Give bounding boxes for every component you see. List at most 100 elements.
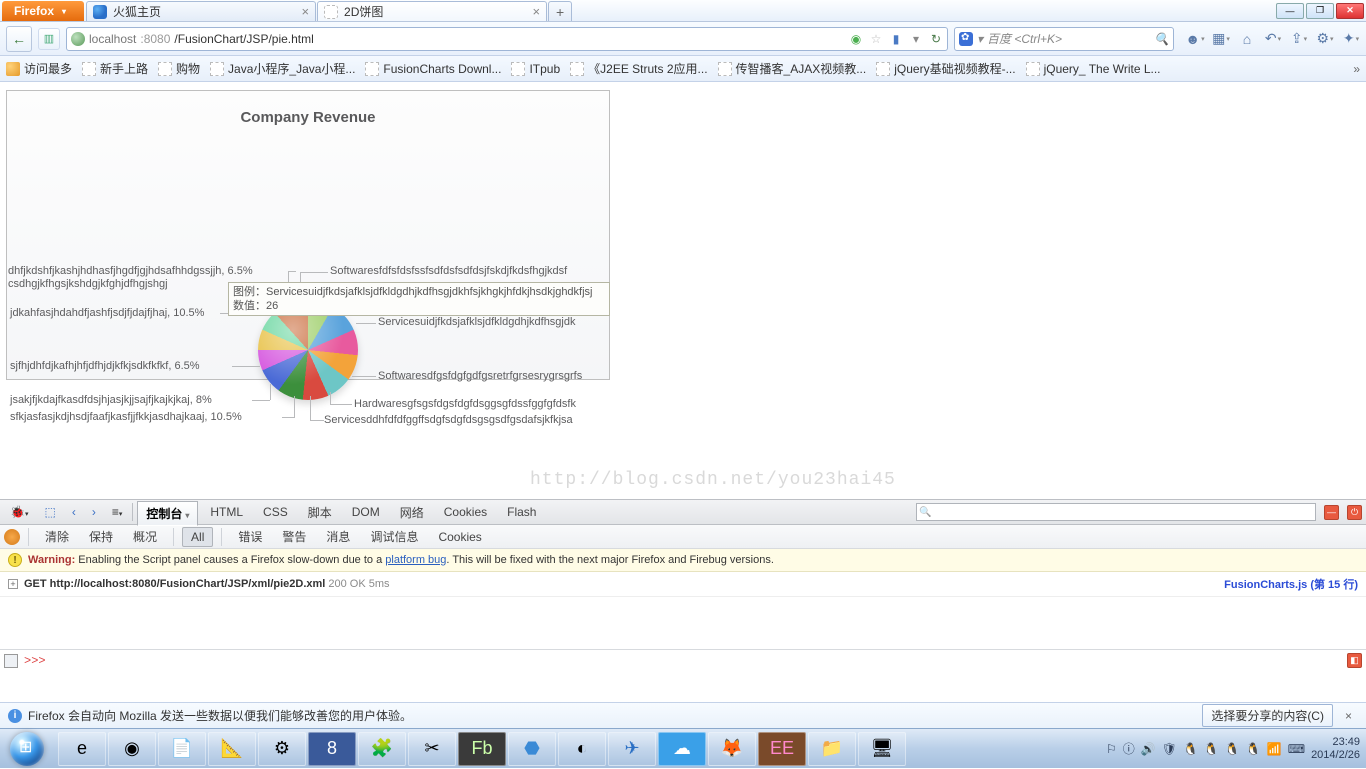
close-icon[interactable]: × xyxy=(532,4,540,19)
taskbar-item[interactable]: ✂ xyxy=(408,732,456,766)
home-icon[interactable]: ⌂ xyxy=(1238,30,1256,48)
tray-icon[interactable]: 📶 xyxy=(1267,742,1282,756)
device-icon[interactable]: ▮ xyxy=(889,32,903,46)
bug-icon[interactable] xyxy=(4,529,20,545)
close-icon[interactable]: × xyxy=(301,4,309,19)
next-icon[interactable]: › xyxy=(86,503,102,521)
star-icon[interactable]: ☆ xyxy=(869,32,883,46)
inspect-icon[interactable]: ⬚ xyxy=(38,503,61,521)
console-log-row[interactable]: + GET http://localhost:8080/FusionChart/… xyxy=(0,572,1366,597)
reload-icon[interactable]: ↻ xyxy=(929,32,943,46)
devtools-tab-console[interactable]: 控制台 xyxy=(137,501,198,526)
bookmark-item[interactable]: ITpub xyxy=(511,62,560,76)
expand-icon[interactable]: + xyxy=(8,579,18,589)
taskbar-item[interactable]: ✈ xyxy=(608,732,656,766)
search-icon[interactable]: 🔍 xyxy=(1154,32,1169,46)
taskbar-item[interactable]: ⬣ xyxy=(508,732,556,766)
tray-icon[interactable]: ⓘ xyxy=(1123,740,1135,757)
taskbar-item[interactable]: ⚙ xyxy=(258,732,306,766)
console-profile[interactable]: 概况 xyxy=(125,526,165,547)
bookmark-item[interactable]: 传智播客_AJAX视频教... xyxy=(718,60,867,77)
close-icon[interactable]: × xyxy=(1339,709,1358,723)
taskbar-item[interactable]: ☁ xyxy=(658,732,706,766)
devtools-search[interactable] xyxy=(916,503,1316,521)
cmd-toggle[interactable]: ◧ xyxy=(1347,653,1362,668)
devtools-tab-cookies[interactable]: Cookies xyxy=(436,502,495,522)
console-all[interactable]: All xyxy=(182,527,213,547)
console-debug[interactable]: 调试信息 xyxy=(362,526,426,547)
minimize-button[interactable]: — xyxy=(1276,3,1304,19)
maximize-button[interactable]: ❐ xyxy=(1306,3,1334,19)
new-tab-button[interactable]: + xyxy=(548,1,572,21)
devtools-tab-dom[interactable]: DOM xyxy=(344,502,388,522)
taskbar-item[interactable]: 📁 xyxy=(808,732,856,766)
taskbar-item[interactable]: 📄 xyxy=(158,732,206,766)
devtools-tab-net[interactable]: 网络 xyxy=(392,501,432,524)
prompt[interactable]: >>> xyxy=(24,654,46,668)
tab-pie[interactable]: 2D饼图 × xyxy=(317,1,547,21)
platform-bug-link[interactable]: platform bug xyxy=(385,554,446,566)
tray-icon[interactable]: 🛡 xyxy=(1162,742,1177,756)
prev-icon[interactable]: ‹ xyxy=(66,503,82,521)
bookmark-most-visited[interactable]: 访问最多 xyxy=(6,60,72,77)
taskbar-item[interactable]: Fb xyxy=(458,732,506,766)
tray-icon[interactable]: 🐧 xyxy=(1204,742,1219,756)
console-warnings[interactable]: 警告 xyxy=(274,526,314,547)
taskbar-item[interactable]: 🖥 xyxy=(858,732,906,766)
taskbar-item[interactable]: e xyxy=(58,732,106,766)
bookmarks-overflow[interactable]: » xyxy=(1353,62,1360,76)
devtools-minimize[interactable]: — xyxy=(1324,505,1339,520)
console-errors[interactable]: 错误 xyxy=(230,526,270,547)
taskbar-item[interactable]: ◉ xyxy=(108,732,156,766)
grid-icon[interactable]: ▦▾ xyxy=(1212,30,1230,48)
star-icon[interactable]: ✦▾ xyxy=(1342,30,1360,48)
share-icon[interactable]: ⇪▾ xyxy=(1290,30,1308,48)
plugin-icon[interactable]: ◉ xyxy=(849,32,863,46)
bookmark-item[interactable]: 《J2EE Struts 2应用... xyxy=(570,60,707,77)
tray-icon[interactable]: 🐧 xyxy=(1246,742,1261,756)
clock[interactable]: 23:492014/2/26 xyxy=(1311,736,1360,762)
bookmark-item[interactable]: jQuery_ The Write L... xyxy=(1026,62,1161,76)
tray-icon[interactable]: ⌨ xyxy=(1288,742,1305,756)
toolbar-button[interactable]: ▥ xyxy=(38,28,60,50)
console-persist[interactable]: 保持 xyxy=(81,526,121,547)
share-choice-button[interactable]: 选择要分享的内容(C) xyxy=(1202,704,1333,727)
tray-icon[interactable]: 🔊 xyxy=(1141,742,1156,756)
console-cookies[interactable]: Cookies xyxy=(430,528,489,546)
toggle-icon[interactable] xyxy=(4,654,18,668)
back-button[interactable]: ← xyxy=(6,26,32,52)
gear-icon[interactable]: ⚙▾ xyxy=(1316,30,1334,48)
taskbar-item[interactable]: EE xyxy=(758,732,806,766)
devtools-tab-html[interactable]: HTML xyxy=(202,502,251,522)
tray-icon[interactable]: 🐧 xyxy=(1183,742,1198,756)
console-clear[interactable]: 清除 xyxy=(37,526,77,547)
firefox-menu-button[interactable]: Firefox xyxy=(2,1,84,21)
taskbar-item[interactable]: 8 xyxy=(308,732,356,766)
close-button[interactable]: ✕ xyxy=(1336,3,1364,19)
undo-icon[interactable]: ↶▾ xyxy=(1264,30,1282,48)
devtools-tab-css[interactable]: CSS xyxy=(255,502,296,522)
taskbar-item[interactable]: 🧩 xyxy=(358,732,406,766)
bookmark-item[interactable]: jQuery基础视频教程-... xyxy=(876,60,1015,77)
search-box[interactable]: ▾ 百度 <Ctrl+K> 🔍 xyxy=(954,27,1174,51)
start-button[interactable] xyxy=(0,729,54,769)
smiley-icon[interactable]: ☻▾ xyxy=(1186,30,1204,48)
devtools-tab-flash[interactable]: Flash xyxy=(499,502,544,522)
bookmark-item[interactable]: Java小程序_Java小程... xyxy=(210,60,355,77)
bookmark-item[interactable]: 购物 xyxy=(158,60,200,77)
bookmark-item[interactable]: FusionCharts Downl... xyxy=(365,62,501,76)
dropdown-icon[interactable]: ▾ xyxy=(909,32,923,46)
bookmark-item[interactable]: 新手上路 xyxy=(82,60,148,77)
tab-home[interactable]: 火狐主页 × xyxy=(86,1,316,21)
devtools-tab-script[interactable]: 脚本 xyxy=(300,501,340,524)
tray-icon[interactable]: 🐧 xyxy=(1225,742,1240,756)
taskbar-item[interactable]: 🦊 xyxy=(708,732,756,766)
firebug-icon[interactable]: 🐞▾ xyxy=(4,503,34,521)
devtools-close[interactable]: ⏻ xyxy=(1347,505,1362,520)
taskbar-item[interactable]: 📐 xyxy=(208,732,256,766)
taskbar-item[interactable]: ◐ xyxy=(558,732,606,766)
url-bar[interactable]: localhost:8080/FusionChart/JSP/pie.html … xyxy=(66,27,948,51)
lines-icon[interactable]: ≡▾ xyxy=(106,503,129,521)
tray-icon[interactable]: ⚐ xyxy=(1106,742,1117,756)
console-info[interactable]: 消息 xyxy=(318,526,358,547)
